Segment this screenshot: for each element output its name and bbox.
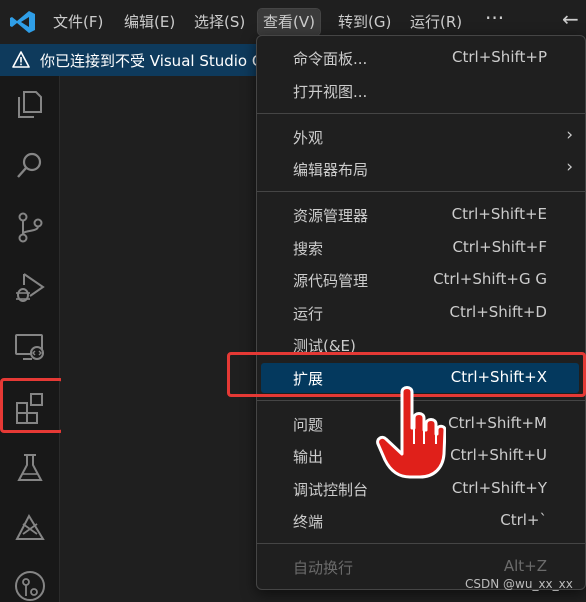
hand-pointer-icon	[376, 386, 446, 479]
menu-file[interactable]: 文件(F)	[48, 9, 108, 35]
menu-item-source-control[interactable]: 源代码管理 Ctrl+Shift+G G	[261, 265, 583, 295]
menu-item-run[interactable]: 运行 Ctrl+Shift+D	[261, 298, 583, 328]
git-graph-icon[interactable]	[12, 568, 48, 602]
search-icon[interactable]	[12, 148, 48, 184]
warning-icon	[12, 51, 30, 68]
explorer-icon[interactable]	[12, 86, 48, 122]
deploy-icon[interactable]	[12, 510, 48, 546]
source-control-icon[interactable]	[12, 209, 48, 245]
menu-run[interactable]: 运行(R)	[405, 9, 467, 35]
menu-go[interactable]: 转到(G)	[333, 9, 396, 35]
menu-separator	[257, 543, 585, 544]
run-debug-icon[interactable]	[12, 269, 48, 305]
menu-separator	[257, 191, 585, 192]
menu-separator	[257, 113, 585, 114]
menu-item-explorer[interactable]: 资源管理器 Ctrl+Shift+E	[261, 200, 583, 230]
view-menu-dropdown: 命令面板... Ctrl+Shift+P 打开视图... 外观 › 编辑器布局 …	[256, 35, 586, 590]
banner-text: 你已连接到不受 Visual Studio Co	[40, 52, 272, 70]
chevron-right-icon: ›	[566, 125, 573, 145]
remote-explorer-icon[interactable]	[12, 329, 48, 365]
extensions-highlight-box	[0, 378, 64, 433]
watermark: CSDN @wu_xx_xx	[465, 577, 573, 591]
menu-selection[interactable]: 选择(S)	[189, 9, 250, 35]
menu-item-search[interactable]: 搜索 Ctrl+Shift+F	[261, 233, 583, 263]
menu-item-terminal[interactable]: 终端 Ctrl+`	[261, 506, 583, 536]
testing-icon[interactable]	[12, 450, 48, 486]
menu-item-open-view[interactable]: 打开视图...	[261, 76, 583, 106]
menu-item-editor-layout[interactable]: 编辑器布局 ›	[261, 154, 583, 184]
vscode-logo-icon[interactable]	[10, 10, 36, 34]
activity-bar	[0, 76, 60, 602]
back-arrow-icon[interactable]: ←	[562, 7, 579, 31]
more-menu-icon[interactable]: ···	[485, 6, 504, 30]
menu-view[interactable]: 查看(V)	[257, 8, 321, 36]
menu-edit[interactable]: 编辑(E)	[119, 9, 180, 35]
menu-item-appearance[interactable]: 外观 ›	[261, 122, 583, 152]
chevron-right-icon: ›	[566, 157, 573, 177]
menu-item-command-palette[interactable]: 命令面板... Ctrl+Shift+P	[261, 43, 583, 73]
